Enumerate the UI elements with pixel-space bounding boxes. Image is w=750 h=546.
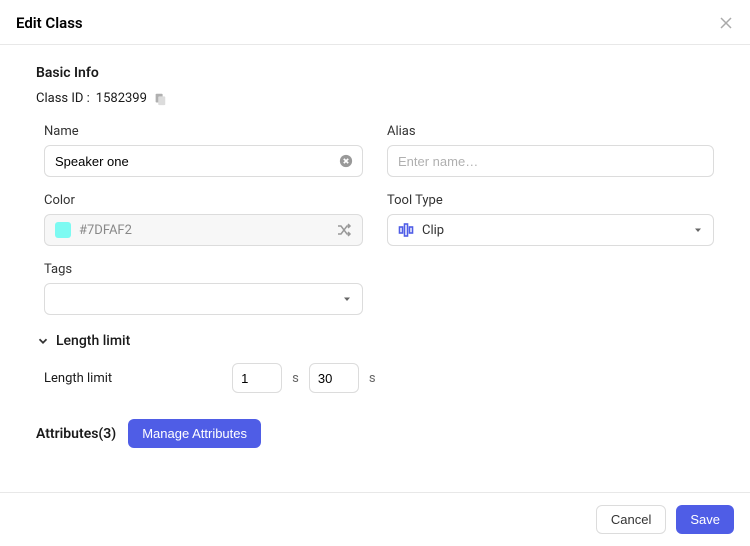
length-limit-label: Length limit bbox=[44, 371, 112, 386]
color-field: Color #7DFAF2 bbox=[36, 193, 363, 246]
form-grid: Name Alias Color #7DFAF2 bbox=[36, 124, 714, 315]
color-input[interactable]: #7DFAF2 bbox=[44, 214, 363, 246]
tags-label: Tags bbox=[44, 262, 363, 277]
color-hex: #7DFAF2 bbox=[79, 223, 328, 238]
dropdown-icon bbox=[342, 294, 352, 304]
modal-body: Basic Info Class ID : 1582399 Name bbox=[0, 45, 750, 492]
tool-type-label: Tool Type bbox=[387, 193, 714, 208]
basic-info-title: Basic Info bbox=[36, 65, 714, 81]
color-label: Color bbox=[44, 193, 363, 208]
name-field: Name bbox=[36, 124, 363, 177]
alias-field: Alias bbox=[387, 124, 714, 177]
tool-type-field: Tool Type Clip bbox=[387, 193, 714, 246]
cancel-button[interactable]: Cancel bbox=[596, 505, 666, 534]
tags-field: Tags bbox=[36, 262, 363, 315]
tags-select[interactable] bbox=[44, 283, 363, 315]
tool-type-select[interactable]: Clip bbox=[387, 214, 714, 246]
manage-attributes-button[interactable]: Manage Attributes bbox=[128, 419, 261, 448]
close-icon[interactable] bbox=[718, 15, 734, 31]
length-limit-toggle[interactable]: Length limit bbox=[36, 333, 714, 349]
class-id-label: Class ID : bbox=[36, 91, 90, 106]
clip-tool-icon bbox=[398, 222, 414, 238]
chevron-down-icon bbox=[36, 334, 50, 348]
name-input[interactable] bbox=[44, 145, 363, 177]
modal-header: Edit Class bbox=[0, 0, 750, 45]
dropdown-icon bbox=[693, 225, 703, 235]
shuffle-icon[interactable] bbox=[336, 222, 352, 238]
length-limit-header: Length limit bbox=[56, 333, 130, 349]
clear-input-icon[interactable] bbox=[339, 154, 353, 168]
attributes-row: Attributes(3) Manage Attributes bbox=[36, 419, 714, 448]
length-unit-2: s bbox=[369, 371, 376, 386]
alias-input[interactable] bbox=[387, 145, 714, 177]
save-button[interactable]: Save bbox=[676, 505, 734, 534]
color-swatch bbox=[55, 222, 71, 238]
alias-label: Alias bbox=[387, 124, 714, 139]
length-unit-1: s bbox=[292, 371, 299, 386]
length-min-input[interactable] bbox=[232, 363, 282, 393]
name-label: Name bbox=[44, 124, 363, 139]
length-max-input[interactable] bbox=[309, 363, 359, 393]
attributes-title: Attributes(3) bbox=[36, 426, 116, 442]
modal-footer: Cancel Save bbox=[0, 492, 750, 546]
tool-type-value: Clip bbox=[422, 223, 685, 238]
class-id-value: 1582399 bbox=[96, 91, 147, 106]
length-limit-row: Length limit s s bbox=[36, 363, 714, 393]
edit-class-modal: Edit Class Basic Info Class ID : 1582399… bbox=[0, 0, 750, 546]
modal-title: Edit Class bbox=[16, 14, 83, 32]
class-id-row: Class ID : 1582399 bbox=[36, 91, 714, 106]
copy-icon[interactable] bbox=[153, 92, 167, 106]
length-limit-section: Length limit Length limit s s bbox=[36, 333, 714, 393]
